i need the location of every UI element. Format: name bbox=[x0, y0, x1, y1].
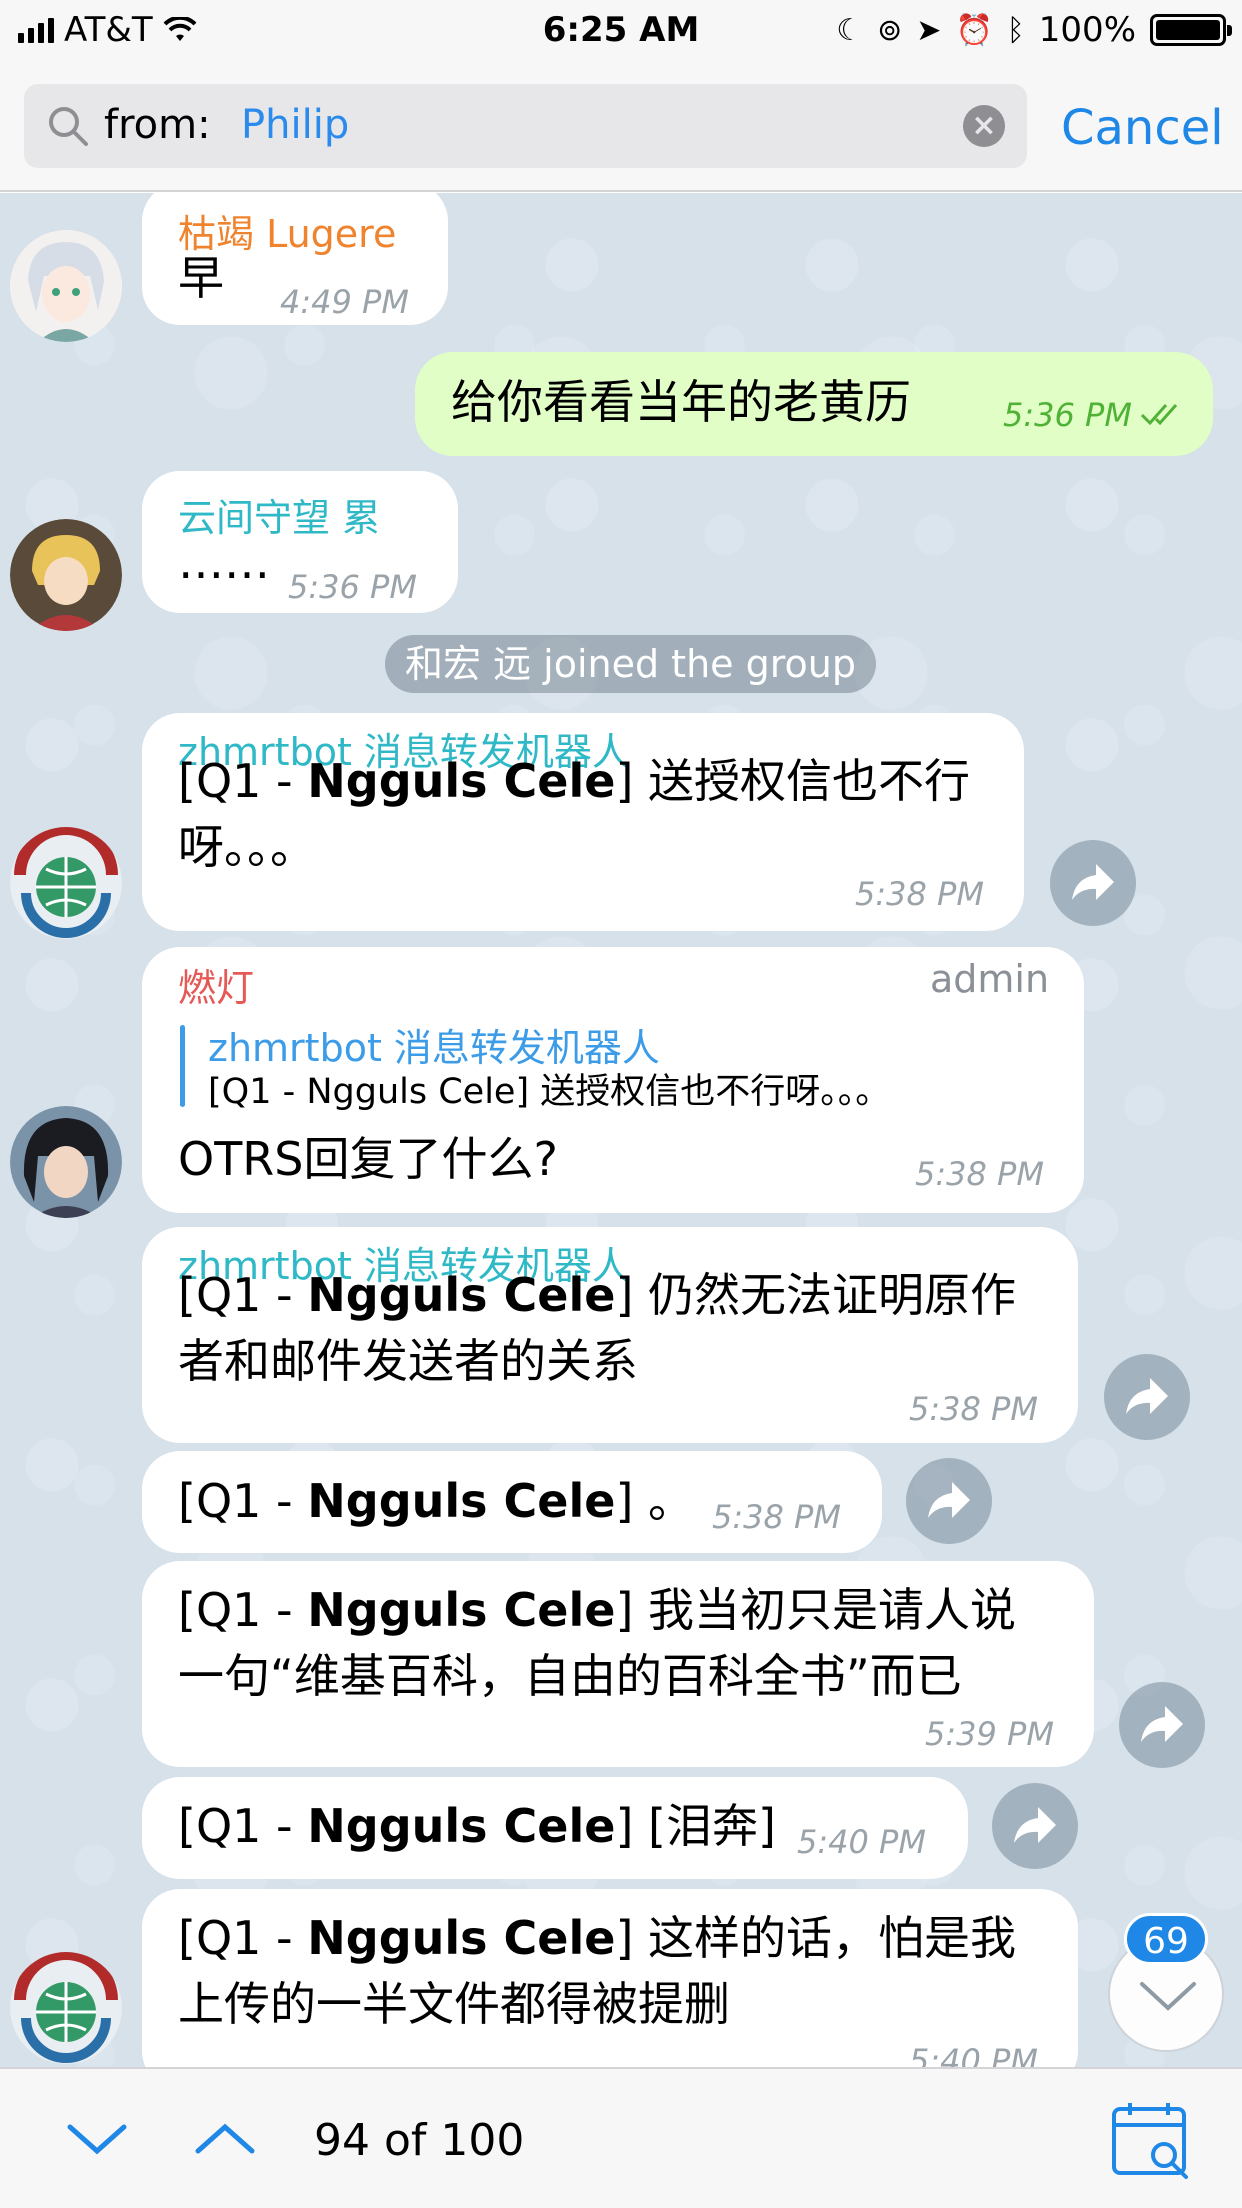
message-time: 4:49 PM bbox=[280, 283, 409, 321]
message-text: [Q1 - Ngguls Cele] [泪奔] bbox=[178, 1799, 776, 1853]
message-text: 早 bbox=[178, 251, 224, 305]
message-time: 5:38 PM bbox=[855, 875, 984, 913]
forward-button[interactable] bbox=[1104, 1354, 1190, 1440]
forward-button[interactable] bbox=[1050, 840, 1136, 926]
message-text: OTRS回复了什么? bbox=[178, 1132, 558, 1186]
calendar-search-button[interactable] bbox=[1110, 2099, 1194, 2183]
message-time: 5:36 PM bbox=[288, 568, 417, 606]
message-sender: 燃灯 bbox=[178, 966, 255, 1010]
message-time: 5:36 PM bbox=[1003, 396, 1132, 434]
search-header: from: Philip × Cancel bbox=[0, 62, 1242, 192]
status-right: ☾ ⊚ ➤ ⏰ ᛒ 100% bbox=[836, 10, 1232, 50]
rotation-lock-icon: ⊚ bbox=[877, 12, 903, 48]
chevron-down-icon bbox=[67, 2124, 127, 2155]
message-text: 给你看看当年的老黄历 bbox=[451, 375, 911, 429]
message-text: [Q1 - Ngguls Cele] 这样的话，怕是我 上传的一半文件都得被提删 bbox=[178, 1911, 1017, 2031]
read-checkmarks-icon bbox=[1140, 404, 1178, 426]
next-result-button[interactable] bbox=[62, 2109, 132, 2169]
chevron-down-icon bbox=[1140, 1982, 1196, 2011]
moon-icon: ☾ bbox=[836, 12, 864, 48]
avatar-wikimedia-bot[interactable] bbox=[10, 827, 122, 939]
reply-text[interactable]: [Q1 - Ngguls Cele] 送授权信也不行呀。。。 bbox=[208, 1063, 890, 1114]
avatar-yunjian[interactable] bbox=[10, 519, 122, 631]
battery-icon bbox=[1150, 14, 1232, 46]
admin-badge: admin bbox=[930, 957, 1050, 1001]
alarm-icon: ⏰ bbox=[955, 12, 993, 48]
message-text: [Q1 - Ngguls Cele] 仍然无法证明原作 者和邮件发送者的关系 bbox=[178, 1268, 1017, 1388]
service-message: 和宏 远 joined the group bbox=[385, 635, 876, 693]
clear-icon[interactable]: × bbox=[963, 105, 1005, 147]
cancel-button[interactable]: Cancel bbox=[1061, 100, 1224, 156]
forward-button[interactable] bbox=[906, 1458, 992, 1544]
avatar-lugere[interactable] bbox=[10, 230, 122, 342]
result-counter: 94 of 100 bbox=[314, 2115, 525, 2166]
search-filter-value[interactable]: Philip bbox=[241, 102, 349, 148]
message-text: …… bbox=[178, 535, 270, 589]
search-filter-prefix: from: bbox=[104, 102, 211, 148]
status-bar: AT&T 6:25 AM ☾ ⊚ ➤ ⏰ ᛒ 100% bbox=[0, 0, 1242, 62]
message-time: 5:40 PM bbox=[909, 2042, 1038, 2067]
bluetooth-icon: ᛒ bbox=[1006, 12, 1025, 48]
forward-icon bbox=[1014, 1807, 1056, 1843]
chevron-up-icon bbox=[195, 2123, 255, 2154]
forward-icon bbox=[1141, 1706, 1183, 1742]
search-results-bar: 94 of 100 bbox=[0, 2067, 1242, 2208]
message-time: 5:38 PM bbox=[712, 1498, 841, 1536]
forward-icon bbox=[1126, 1378, 1168, 1414]
message-time: 5:39 PM bbox=[925, 1715, 1054, 1753]
message-text: [Q1 - Ngguls Cele] 送授权信也不行 呀。。。 bbox=[178, 754, 971, 874]
forward-icon bbox=[928, 1482, 970, 1518]
message-time: 5:38 PM bbox=[909, 1390, 1038, 1428]
battery-percent: 100% bbox=[1038, 10, 1136, 50]
location-icon: ➤ bbox=[916, 12, 942, 48]
forward-icon bbox=[1072, 864, 1114, 900]
message-text: [Q1 - Ngguls Cele] 我当初只是请人说 一句“维基百科，自由的百… bbox=[178, 1583, 1017, 1703]
unread-count-badge: 69 bbox=[1124, 1913, 1208, 1965]
previous-result-button[interactable] bbox=[190, 2109, 260, 2169]
search-field[interactable]: from: Philip × bbox=[24, 84, 1027, 168]
message-text: [Q1 - Ngguls Cele] 。 bbox=[178, 1474, 695, 1528]
calendar-search-icon bbox=[1112, 2103, 1188, 2179]
forward-button[interactable] bbox=[1119, 1682, 1205, 1768]
message-time: 5:40 PM bbox=[797, 1823, 926, 1861]
search-icon bbox=[49, 107, 88, 146]
chat-area[interactable]: 枯竭 Lugere 早 4:49 PM 给你看看当年的老黄历 5:36 PM 云… bbox=[0, 193, 1242, 2067]
message-time: 5:38 PM bbox=[915, 1155, 1044, 1193]
reply-indicator bbox=[180, 1025, 185, 1107]
avatar-wikimedia-bot[interactable] bbox=[10, 1952, 122, 2064]
forward-button[interactable] bbox=[992, 1783, 1078, 1869]
avatar-randeng[interactable] bbox=[10, 1106, 122, 1218]
